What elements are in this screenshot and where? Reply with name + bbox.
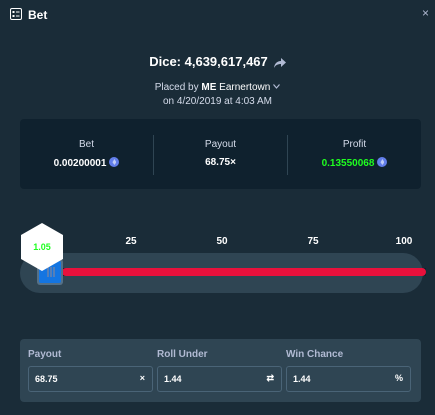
profit-value: 0.13550068 — [321, 158, 375, 169]
win-chance-input[interactable]: 1.44 % — [286, 366, 411, 392]
roll-under-value: 1.44 — [164, 374, 182, 384]
chevron-down-icon[interactable] — [273, 84, 281, 89]
win-chance-value: 1.44 — [293, 374, 311, 384]
profit-value-row: 0.13550068 — [288, 157, 421, 169]
profit-stat: Profit 0.13550068 — [288, 119, 421, 189]
share-arrow-icon[interactable] — [273, 58, 286, 68]
bet-stat: Bet 0.00200001 — [20, 119, 153, 189]
ethereum-icon — [377, 157, 388, 167]
roll-under-input[interactable]: 1.44 ⇄ — [157, 366, 282, 392]
bet-title-text: Dice: 4,639,617,467 — [149, 54, 268, 69]
payout-label: Payout — [204, 139, 237, 150]
bet-value-row: 0.00200001 — [20, 157, 153, 169]
stats-panel: Bet 0.00200001 Payout 68.75× Profit 0.13… — [20, 119, 421, 189]
placed-by: Placed by ME Earnertown — [0, 82, 435, 93]
payout-input[interactable]: 68.75 × — [28, 366, 153, 392]
bet-title: Dice: 4,639,617,467 — [0, 54, 435, 69]
slider-tick-100: 100 — [395, 236, 413, 247]
roll-result: 1.05 — [33, 242, 51, 252]
placed-by-prefix: Placed by — [154, 82, 199, 93]
payout-input-label: Payout — [28, 349, 62, 360]
bet-value: 0.00200001 — [53, 158, 107, 169]
win-chance-label: Win Chance — [286, 349, 344, 360]
slider-tick-25: 25 — [125, 236, 137, 247]
payout-value: 68.75× — [205, 157, 236, 168]
close-icon[interactable]: × — [422, 6, 429, 20]
percent-icon: % — [394, 373, 403, 383]
list-icon — [10, 8, 22, 20]
bet-label: Bet — [78, 139, 94, 150]
window-title: Bet — [28, 8, 48, 22]
bet-date: on 4/20/2019 at 4:03 AM — [163, 96, 272, 107]
title-bar: Bet × — [0, 0, 435, 30]
dice-slider — [20, 253, 426, 293]
payout-stat: Payout 68.75× — [154, 119, 287, 189]
ethereum-icon — [109, 157, 120, 167]
slider-track — [57, 268, 426, 276]
username-link[interactable]: Earnertown — [219, 82, 270, 93]
slider-tick-75: 75 — [307, 236, 319, 247]
multiplier-icon: × — [139, 373, 145, 383]
roll-under-label: Roll Under — [157, 349, 208, 360]
swap-icon[interactable]: ⇄ — [266, 373, 274, 384]
user-tag: ME — [201, 82, 217, 93]
slider-tick-50: 50 — [216, 236, 228, 247]
profit-label: Profit — [342, 139, 367, 150]
slider-lose-range — [62, 268, 426, 276]
payout-input-value: 68.75 — [35, 374, 58, 384]
bet-details-inputs: Payout 68.75 × Roll Under 1.44 ⇄ Win Cha… — [20, 339, 421, 402]
